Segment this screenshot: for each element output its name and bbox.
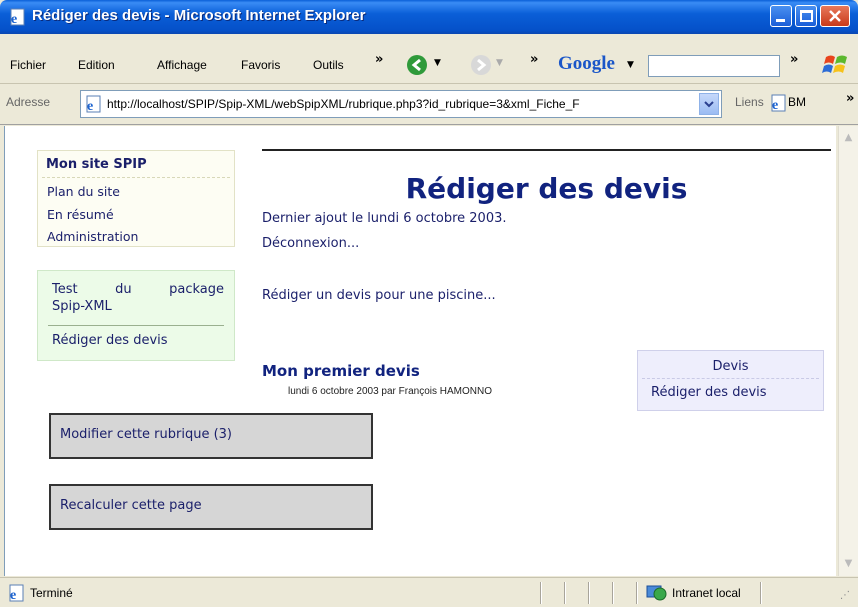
maximize-button[interactable] [795,5,817,27]
plan-du-site-link[interactable]: Plan du site [47,184,120,199]
chevron-down-icon [704,101,714,108]
scroll-up-icon[interactable]: ▲ [839,128,858,148]
forward-dropdown-icon[interactable]: ▼ [496,58,503,68]
section-nav-box: Test du package Spip-XML Rédiger des dev… [37,270,235,361]
links-overflow-chevron-icon[interactable]: » [846,91,854,106]
address-dropdown-button[interactable] [699,93,719,115]
close-button[interactable] [820,5,850,27]
divider [642,378,819,379]
bookmark-bm-link[interactable]: BM [788,95,806,109]
status-divider [540,582,542,604]
address-label: Adresse [6,95,51,109]
page-title: Rédiger des devis [405,172,688,205]
ie-page-icon: e [10,8,25,27]
status-divider [564,582,566,604]
ie-page-icon: e [86,95,101,113]
security-zone-text: Intranet local [672,586,741,600]
google-search-input[interactable] [648,55,780,77]
window-title: Rédiger des devis - Microsoft Internet E… [32,7,366,24]
last-update-text: Dernier ajout le lundi 6 octobre 2003. [262,211,507,226]
resize-grip-icon[interactable]: ⋰ [840,590,850,601]
category-link[interactable]: Rédiger des devis [651,385,767,400]
recalculate-page-label: Recalculer cette page [60,498,202,513]
windows-logo-icon [822,55,847,73]
vertical-scrollbar[interactable]: ▲ ▼ [838,126,858,576]
minimize-icon [776,19,785,22]
site-title-link[interactable]: Mon site SPIP [46,157,147,172]
ie-page-icon: e [9,584,24,602]
address-input[interactable]: e http://localhost/SPIP/Spip-XML/webSpip… [80,90,722,118]
toolbar-overflow-chevron-icon[interactable]: » [530,52,538,67]
menu-edition[interactable]: Edition [78,58,115,72]
title-bar[interactable]: e Rédiger des devis - Microsoft Internet… [0,0,858,34]
recalculate-page-button[interactable]: Recalculer cette page [49,484,373,530]
category-title[interactable]: Devis [638,359,823,374]
scroll-down-icon[interactable]: ▼ [839,554,858,574]
modify-section-button[interactable]: Modifier cette rubrique (3) [49,413,373,459]
status-bar: e Terminé Intranet local ⋰ [0,577,858,607]
header-rule [262,149,831,151]
address-url: http://localhost/SPIP/Spip-XML/webSpipXM… [107,97,580,111]
maximize-icon [800,10,813,22]
parent-section-link-line2[interactable]: Spip-XML [52,299,112,314]
article-title-link[interactable]: Mon premier devis [262,362,420,380]
menu-fichier[interactable]: Fichier [10,58,46,72]
parent-section-link[interactable]: Test du package [52,282,224,297]
menu-bar: Fichier Edition Affichage Favoris Outils… [0,34,858,84]
article-meta: lundi 6 octobre 2003 par François HAMONN… [288,386,492,397]
back-dropdown-icon[interactable]: ▼ [434,58,441,68]
divider [48,325,224,326]
current-section-link[interactable]: Rédiger des devis [52,333,168,348]
modify-section-label: Modifier cette rubrique (3) [60,427,232,442]
category-box: Devis Rédiger des devis [637,350,824,411]
site-menu-box: Mon site SPIP Plan du site En résumé Adm… [37,150,235,247]
svg-text:e: e [11,12,17,27]
menu-overflow-chevron-icon[interactable]: » [375,52,383,67]
intranet-globe-icon [646,585,667,601]
forward-icon[interactable] [470,54,492,76]
menu-favoris[interactable]: Favoris [241,58,280,72]
svg-text:e: e [87,99,93,113]
menu-affichage[interactable]: Affichage [157,58,207,72]
links-label[interactable]: Liens [735,95,764,109]
google-logo[interactable]: Google [558,53,615,75]
status-divider [760,582,762,604]
address-bar: Adresse e http://localhost/SPIP/Spip-XML… [0,85,858,125]
svg-text:e: e [10,588,16,602]
status-divider [636,582,638,604]
menu-outils[interactable]: Outils [313,58,344,72]
google-overflow-chevron-icon[interactable]: » [790,52,798,67]
ie-page-icon: e [771,94,786,112]
en-resume-link[interactable]: En résumé [47,207,114,222]
minimize-button[interactable] [770,5,792,27]
administration-link[interactable]: Administration [47,229,138,244]
intro-link[interactable]: Rédiger un devis pour une piscine... [262,288,496,303]
status-text: Terminé [30,586,73,600]
close-icon [829,10,841,22]
divider [42,177,230,178]
status-divider [588,582,590,604]
svg-text:e: e [772,98,778,112]
logout-link[interactable]: Déconnexion... [262,236,359,251]
back-icon[interactable] [406,54,428,76]
google-dropdown-icon[interactable]: ▼ [627,60,634,70]
status-divider [612,582,614,604]
